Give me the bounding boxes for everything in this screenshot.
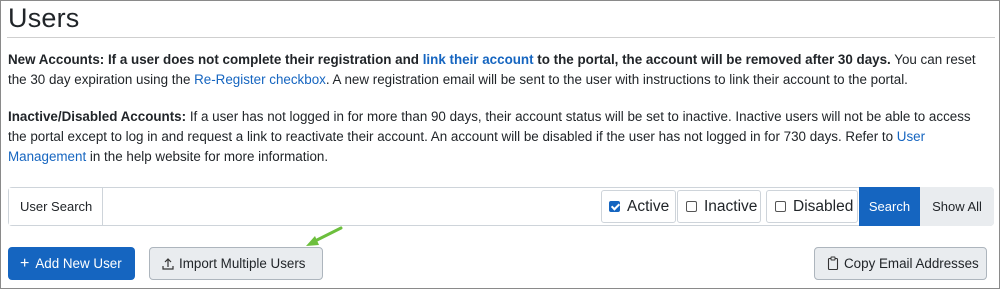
inactive-accounts-lead: Inactive/Disabled Accounts: xyxy=(8,109,187,124)
filter-inactive-label: Inactive xyxy=(704,198,758,215)
new-accounts-notice: New Accounts: If a user does not complet… xyxy=(8,50,992,90)
re-register-checkbox-link[interactable]: Re-Register checkbox xyxy=(194,72,326,87)
show-all-button[interactable]: Show All xyxy=(920,187,994,226)
link-their-account-link[interactable]: link their account xyxy=(423,52,534,67)
plus-icon: + xyxy=(20,255,30,272)
user-search-input[interactable] xyxy=(104,189,594,224)
new-accounts-text-4: . A new registration email will be sent … xyxy=(325,72,908,87)
add-new-user-label: Add New User xyxy=(35,256,122,271)
user-search-bar: User Search Active Inactive Disabled Sea… xyxy=(8,187,994,226)
clipboard-icon xyxy=(827,256,839,271)
new-accounts-text-1: If a user does not complete their regist… xyxy=(104,52,423,67)
import-multiple-users-label: Import Multiple Users xyxy=(179,256,306,271)
checkbox-unchecked-icon xyxy=(775,201,786,212)
filter-active-label: Active xyxy=(627,198,670,215)
page-title: Users xyxy=(8,3,80,33)
user-search-label: User Search xyxy=(9,188,103,225)
new-accounts-lead: New Accounts: xyxy=(8,52,105,67)
copy-email-addresses-label: Copy Email Addresses xyxy=(844,256,979,271)
checkbox-unchecked-icon xyxy=(686,201,697,212)
copy-email-addresses-button[interactable]: Copy Email Addresses xyxy=(814,247,987,280)
checkbox-checked-icon xyxy=(609,201,620,212)
new-accounts-text-2: to the portal, the account will be remov… xyxy=(533,52,891,67)
annotation-arrow-icon xyxy=(306,226,343,246)
filter-disabled-checkbox[interactable]: Disabled xyxy=(766,190,858,223)
filter-active-checkbox[interactable]: Active xyxy=(601,190,676,223)
filter-disabled-label: Disabled xyxy=(793,198,854,215)
users-panel: Users New Accounts: If a user does not c… xyxy=(0,0,1000,289)
search-button[interactable]: Search xyxy=(859,187,920,226)
inactive-accounts-text-2: in the help website for more information… xyxy=(86,149,329,164)
inactive-accounts-notice: Inactive/Disabled Accounts: If a user ha… xyxy=(8,107,992,167)
upload-icon xyxy=(162,257,174,270)
filter-inactive-checkbox[interactable]: Inactive xyxy=(677,190,761,223)
add-new-user-button[interactable]: + Add New User xyxy=(8,247,135,280)
import-multiple-users-button[interactable]: Import Multiple Users xyxy=(149,247,323,280)
title-divider xyxy=(7,37,995,38)
